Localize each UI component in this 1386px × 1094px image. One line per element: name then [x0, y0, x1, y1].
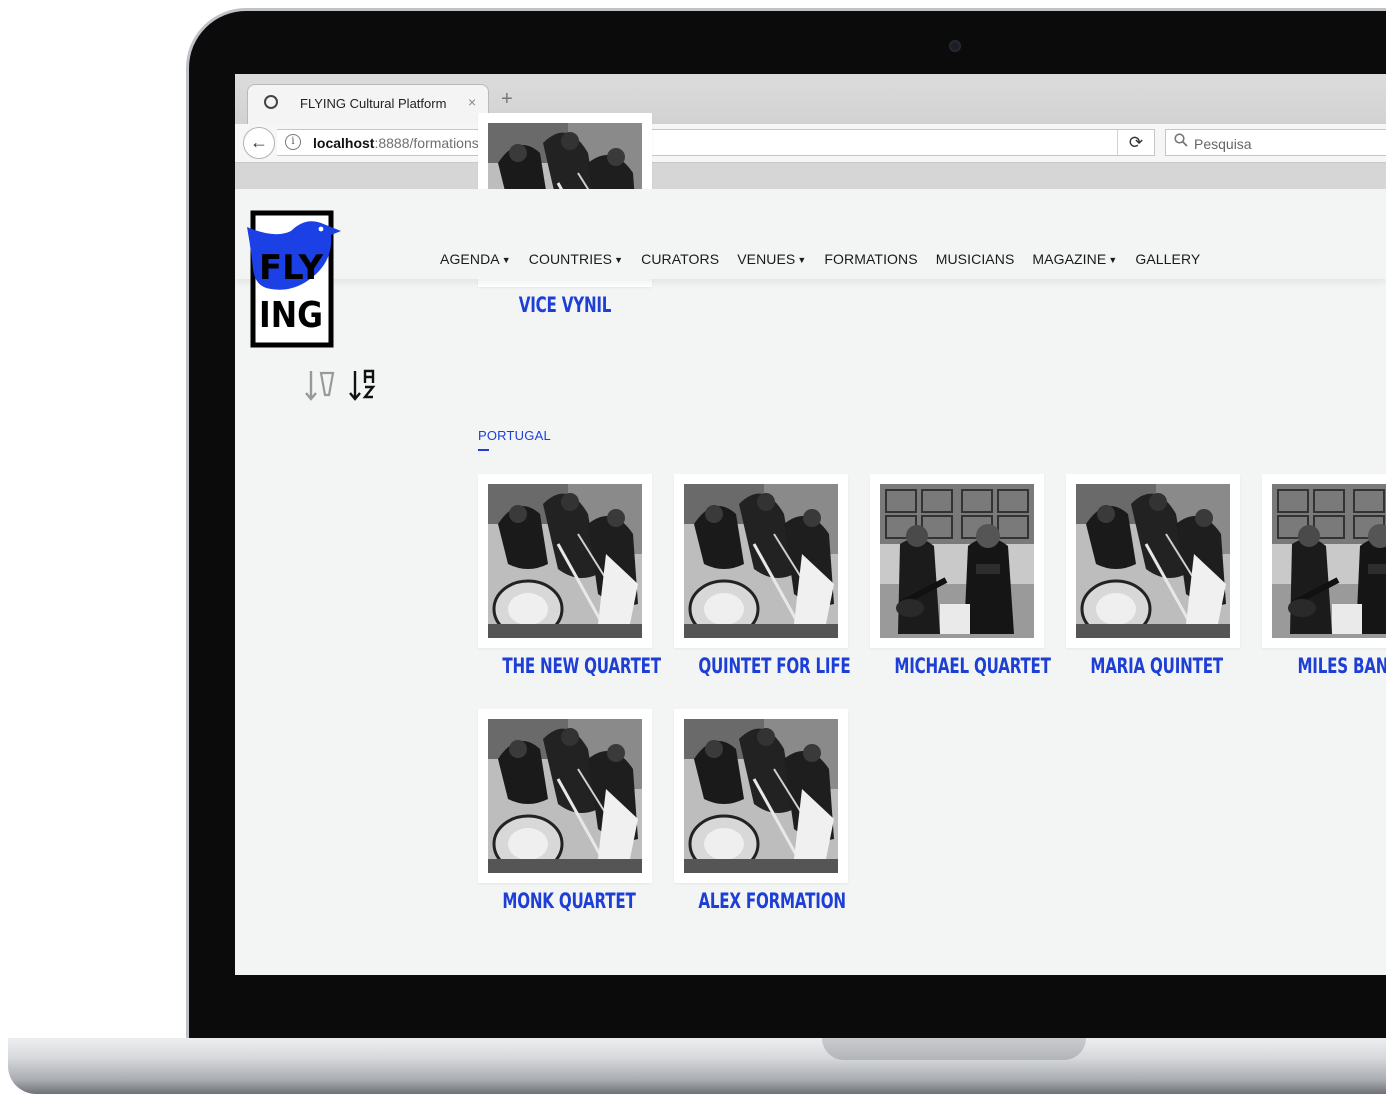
jazz-band-photo [488, 719, 642, 873]
url-text[interactable]: localhost:8888/formations/ [313, 135, 483, 151]
card-image-frame[interactable] [478, 474, 652, 648]
duo-musicians-photo [880, 484, 1034, 638]
caret-down-icon: ▼ [797, 255, 807, 265]
browser-chrome: FLYING Cultural Platform × + ← i localho… [235, 74, 1386, 189]
formation-card[interactable]: MILES BAND [1262, 474, 1386, 678]
nav-item-agenda[interactable]: AGENDA ▼ [440, 251, 511, 267]
nav-item-magazine[interactable]: MAGAZINE ▼ [1032, 251, 1117, 267]
country-underline [478, 449, 489, 451]
jazz-band-photo [1076, 484, 1230, 638]
card-image-frame[interactable] [674, 709, 848, 883]
search-input[interactable]: Pesquisa [1165, 129, 1386, 156]
caret-down-icon: ▼ [501, 255, 511, 265]
formation-card[interactable]: MICHAEL QUARTET [870, 474, 1051, 678]
navigation-bar: ← i localhost:8888/formations/ ⟳ Pesquis… [235, 124, 1386, 163]
card-title[interactable]: MICHAEL QUARTET [894, 654, 1051, 678]
back-button[interactable]: ← [243, 127, 275, 159]
browser-tab[interactable]: FLYING Cultural Platform × [247, 84, 489, 125]
card-title[interactable]: MONK QUARTET [502, 889, 635, 913]
sort-by-location-icon[interactable] [305, 367, 335, 403]
formation-card[interactable]: ALEX FORMATION [674, 709, 848, 913]
formation-card[interactable]: MONK QUARTET [478, 709, 652, 913]
nav-item-musicians[interactable]: MUSICIANS [936, 251, 1015, 267]
address-bar[interactable]: i localhost:8888/formations/ ⟳ [277, 129, 1155, 156]
sort-alphabetical-icon[interactable] [349, 367, 379, 403]
card-title[interactable]: THE NEW QUARTET [502, 654, 661, 678]
bookmarks-bar [235, 163, 1386, 189]
card-image-frame[interactable] [478, 709, 652, 883]
page: FLY ING AGENDA ▼ COUNTRIES ▼ CURATORS VENUES ▼… [235, 113, 1386, 975]
nav-item-label: FORMATIONS [824, 251, 918, 267]
nav-item-venues[interactable]: VENUES ▼ [737, 251, 806, 267]
jazz-band-photo [488, 484, 642, 638]
favicon-icon [264, 95, 278, 109]
nav-item-formations[interactable]: FORMATIONS [824, 251, 917, 267]
reload-button[interactable]: ⟳ [1117, 130, 1154, 155]
tab-strip: FLYING Cultural Platform × + [235, 74, 1386, 125]
site-info-icon[interactable]: i [285, 134, 301, 150]
nav-item-gallery[interactable]: GALLERY [1135, 251, 1200, 267]
card-image-frame[interactable] [674, 474, 848, 648]
main-nav: AGENDA ▼ COUNTRIES ▼ CURATORS VENUES ▼ FORMATIO… [440, 251, 1200, 267]
laptop-notch [822, 1038, 1086, 1060]
nav-item-label: GALLERY [1135, 251, 1201, 267]
card-title[interactable]: ALEX FORMATION [698, 889, 846, 913]
card-title[interactable]: MILES BAND [1286, 654, 1386, 678]
nav-item-label: AGENDA [440, 251, 500, 267]
logo-text-ing: ING [259, 295, 323, 336]
formation-card[interactable]: QUINTET FOR LIFE [674, 474, 851, 678]
card-image-frame[interactable] [1262, 474, 1386, 648]
nav-item-label: CURATORS [641, 251, 720, 267]
sort-controls [305, 367, 379, 403]
formation-card[interactable]: MARIA QUINTET [1066, 474, 1240, 678]
nav-item-label: MAGAZINE [1032, 251, 1107, 267]
nav-item-curators[interactable]: CURATORS [641, 251, 719, 267]
new-tab-button[interactable]: + [501, 88, 513, 111]
card-image-frame[interactable] [870, 474, 1044, 648]
nav-item-label: VENUES [737, 251, 796, 267]
url-host: localhost [313, 135, 375, 151]
jazz-band-photo [684, 484, 838, 638]
card-image-frame[interactable] [1066, 474, 1240, 648]
nav-item-label: MUSICIANS [935, 251, 1015, 267]
nav-item-countries[interactable]: COUNTRIES ▼ [529, 251, 623, 267]
card-title[interactable]: QUINTET FOR LIFE [698, 654, 850, 678]
card-title[interactable]: MARIA QUINTET [1090, 654, 1223, 678]
screen: FLYING Cultural Platform × + ← i localho… [235, 74, 1386, 975]
search-icon [1174, 133, 1188, 151]
tab-title: FLYING Cultural Platform [300, 96, 447, 111]
card-title[interactable]: VICE VYNIL [502, 293, 627, 317]
url-path: :8888/formations/ [374, 135, 483, 151]
jazz-band-photo [684, 719, 838, 873]
duo-musicians-photo [1272, 484, 1386, 638]
laptop-base [8, 1038, 1386, 1094]
caret-down-icon: ▼ [614, 255, 624, 265]
search-placeholder: Pesquisa [1194, 136, 1252, 152]
flying-logo[interactable]: FLY ING [245, 209, 341, 349]
webcam [949, 40, 961, 52]
logo-text-fly: FLY [259, 248, 323, 288]
country-heading: PORTUGAL [478, 428, 551, 443]
caret-down-icon: ▼ [1108, 255, 1118, 265]
formation-card[interactable]: THE NEW QUARTET [478, 474, 661, 678]
close-tab-icon[interactable]: × [468, 94, 476, 110]
nav-item-label: COUNTRIES [528, 251, 613, 267]
